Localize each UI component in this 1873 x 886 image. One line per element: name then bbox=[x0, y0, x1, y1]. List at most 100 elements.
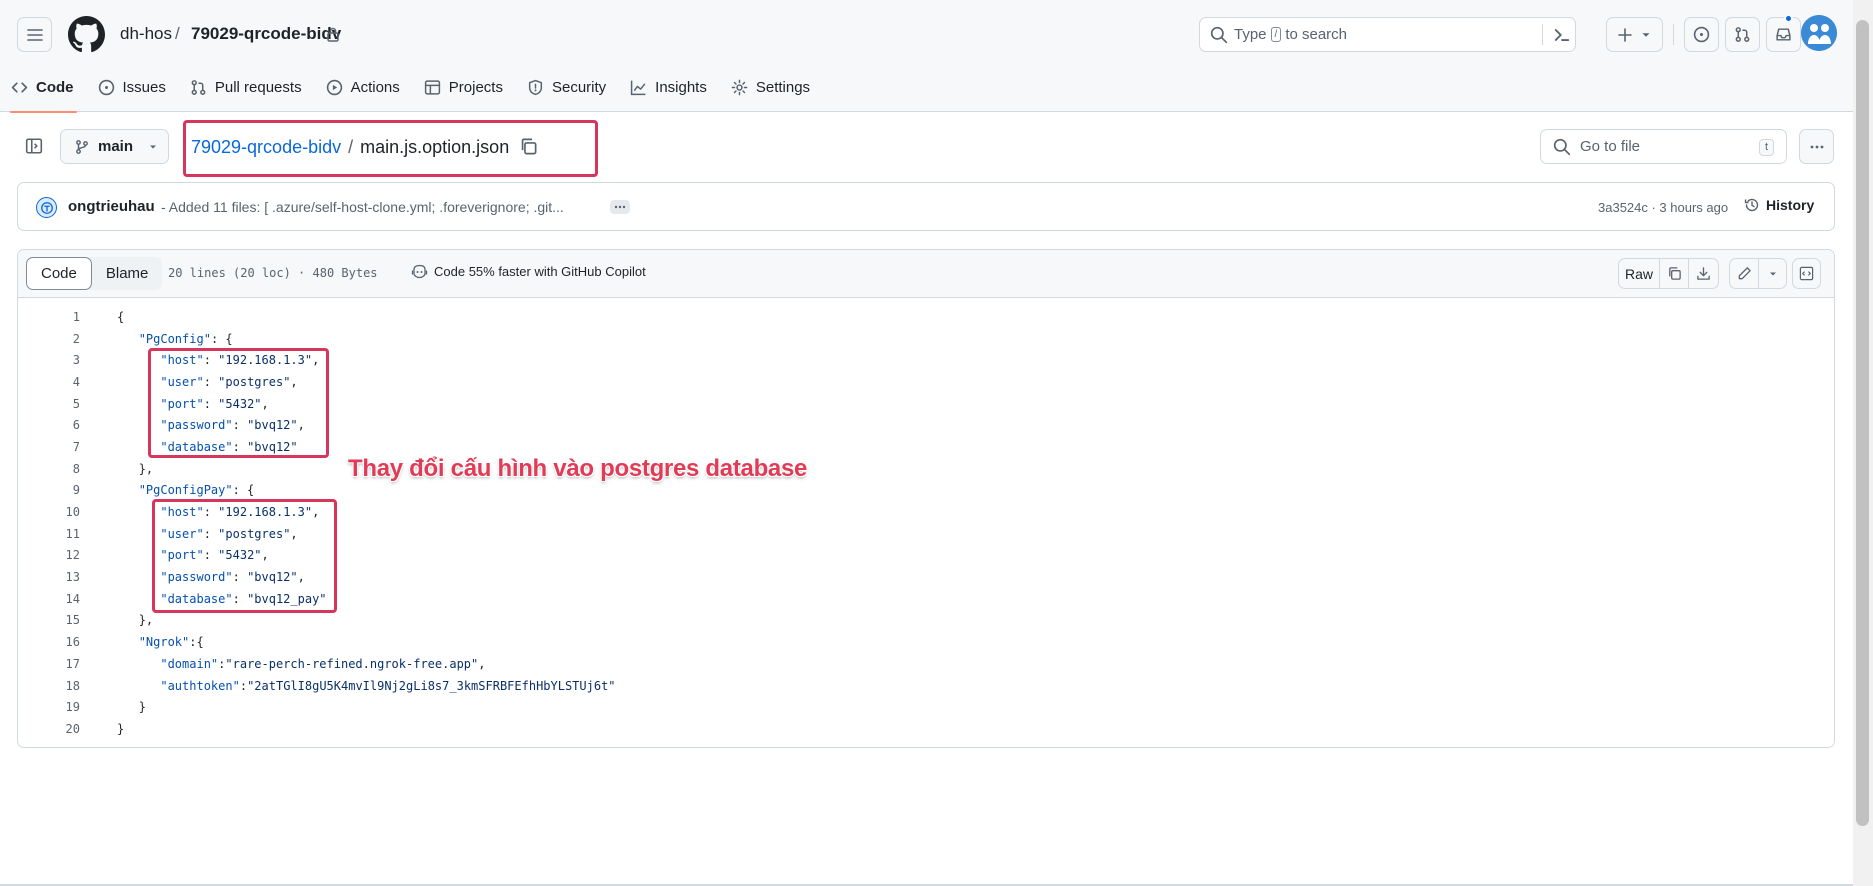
tab-settings[interactable]: Settings bbox=[720, 70, 823, 104]
page-scrollbar-thumb[interactable] bbox=[1856, 20, 1869, 826]
line-number[interactable]: 17 bbox=[18, 657, 80, 671]
line-number[interactable]: 7 bbox=[18, 440, 80, 454]
tab-security-label: Security bbox=[551, 78, 607, 96]
line-number[interactable]: 1 bbox=[18, 310, 80, 324]
line-number[interactable]: 20 bbox=[18, 722, 80, 736]
line-number[interactable]: 6 bbox=[18, 418, 80, 432]
line-number[interactable]: 19 bbox=[18, 700, 80, 714]
line-number[interactable]: 3 bbox=[18, 353, 80, 367]
pull-request-icon bbox=[1735, 27, 1750, 42]
copy-icon bbox=[1668, 267, 1681, 280]
line-number[interactable]: 15 bbox=[18, 613, 80, 627]
view-mode-switch: Code Blame bbox=[26, 257, 163, 290]
commit-expand-button[interactable] bbox=[610, 200, 630, 214]
code-line: 2 "PgConfig": { bbox=[18, 328, 1834, 350]
avatar-icon bbox=[40, 201, 53, 214]
line-number[interactable]: 10 bbox=[18, 505, 80, 519]
branch-name: main bbox=[98, 138, 134, 155]
go-to-file-placeholder: Go to file bbox=[1580, 138, 1641, 155]
line-number[interactable]: 12 bbox=[18, 548, 80, 562]
copy-raw-button[interactable] bbox=[1660, 259, 1689, 288]
code-view-button[interactable]: Code bbox=[26, 257, 92, 290]
commit-author[interactable]: ongtrieuhau bbox=[68, 198, 155, 215]
tab-insights[interactable]: Insights bbox=[619, 70, 720, 104]
line-number[interactable]: 16 bbox=[18, 635, 80, 649]
line-content: "PgConfig": { bbox=[117, 332, 233, 346]
menu-button[interactable] bbox=[17, 17, 52, 52]
line-content: "authtoken":"2atTGlI8gU5K4mvIl9Nj2gLi8s7… bbox=[117, 678, 615, 693]
download-button[interactable] bbox=[1689, 259, 1718, 288]
file-tree-toggle[interactable] bbox=[21, 133, 47, 159]
branch-selector[interactable]: main bbox=[60, 129, 169, 164]
pull-requests-button[interactable] bbox=[1725, 17, 1760, 52]
json-punctuation: } bbox=[138, 700, 146, 715]
chevron-down-icon bbox=[1769, 272, 1776, 275]
inbox-button[interactable] bbox=[1766, 17, 1801, 52]
go-to-file-input[interactable]: Go to file t bbox=[1540, 129, 1787, 164]
user-avatar[interactable] bbox=[1801, 15, 1837, 51]
line-number[interactable]: 8 bbox=[18, 462, 80, 476]
copilot-promo[interactable]: Code 55% faster with GitHub Copilot bbox=[411, 264, 646, 279]
inbox-icon bbox=[1776, 28, 1791, 41]
notification-dot bbox=[1784, 14, 1793, 23]
line-content: "Ngrok":{ bbox=[117, 635, 204, 649]
json-key: "authtoken" bbox=[160, 678, 240, 693]
tab-issues[interactable]: Issues bbox=[87, 70, 179, 104]
tab-actions-label: Actions bbox=[350, 78, 400, 96]
line-number[interactable]: 5 bbox=[18, 397, 80, 411]
command-palette-icon[interactable] bbox=[1552, 25, 1572, 45]
tab-code[interactable]: Code bbox=[0, 70, 87, 113]
json-key: "Ngrok" bbox=[138, 635, 190, 650]
copilot-icon bbox=[411, 264, 428, 279]
breadcrumb-owner[interactable]: dh-hos bbox=[120, 24, 172, 44]
commit-author-avatar[interactable] bbox=[36, 197, 57, 218]
line-number[interactable]: 14 bbox=[18, 592, 80, 606]
tab-security[interactable]: Security bbox=[516, 70, 619, 104]
history-label: History bbox=[1766, 197, 1815, 213]
sidebar-expand-icon bbox=[25, 138, 43, 154]
toolbar-divider bbox=[1673, 24, 1674, 45]
git-branch-icon bbox=[76, 139, 88, 154]
raw-button[interactable]: Raw bbox=[1619, 259, 1660, 288]
json-string: "rare-perch-refined.ngrok-free.app" bbox=[225, 656, 479, 671]
search-placeholder-after: to search bbox=[1285, 26, 1348, 43]
line-number[interactable]: 9 bbox=[18, 483, 80, 497]
line-number[interactable]: 18 bbox=[18, 679, 80, 693]
blame-view-button[interactable]: Blame bbox=[92, 257, 163, 290]
download-icon bbox=[1697, 267, 1710, 280]
tab-pull-requests[interactable]: Pull requests bbox=[179, 70, 315, 104]
code-square-icon bbox=[1799, 266, 1814, 281]
line-number[interactable]: 4 bbox=[18, 375, 80, 389]
edit-dropdown-button[interactable] bbox=[1759, 259, 1786, 288]
more-options-button[interactable] bbox=[1799, 129, 1834, 164]
tab-settings-label: Settings bbox=[755, 78, 811, 96]
line-content: { bbox=[117, 310, 124, 324]
issues-button[interactable] bbox=[1684, 17, 1719, 52]
breadcrumb-repo[interactable]: 79029-qrcode-bidv bbox=[191, 24, 341, 44]
create-new-button[interactable] bbox=[1606, 17, 1663, 52]
tab-projects[interactable]: Projects bbox=[413, 70, 516, 104]
file-viewer-toolbar: Code Blame 20 lines (20 loc) · 480 Bytes… bbox=[18, 250, 1834, 298]
history-button[interactable]: History bbox=[1744, 197, 1814, 213]
json-key: "domain" bbox=[160, 656, 219, 671]
line-number[interactable]: 2 bbox=[18, 332, 80, 346]
commit-message[interactable]: - Added 11 files: [ .azure/self-host-clo… bbox=[161, 199, 564, 215]
search-icon bbox=[1553, 138, 1571, 156]
edit-button[interactable] bbox=[1730, 259, 1759, 288]
json-punctuation: } bbox=[117, 721, 125, 736]
line-number[interactable]: 13 bbox=[18, 570, 80, 584]
line-number[interactable]: 11 bbox=[18, 527, 80, 541]
tab-actions[interactable]: Actions bbox=[315, 70, 413, 104]
symbols-panel-button[interactable] bbox=[1793, 259, 1820, 288]
github-logo-icon[interactable] bbox=[68, 16, 105, 53]
symbols-toggle-group bbox=[1792, 258, 1821, 289]
search-input[interactable]: Type / to search bbox=[1199, 17, 1576, 52]
code-line: 8 }, bbox=[18, 458, 1834, 480]
commit-meta[interactable]: 3a3524c · 3 hours ago bbox=[1598, 200, 1728, 215]
plus-icon bbox=[1617, 27, 1632, 42]
